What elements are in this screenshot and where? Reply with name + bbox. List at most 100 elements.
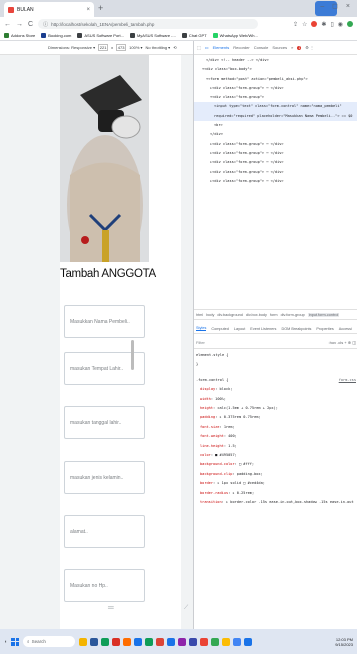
taskbar-app-icon[interactable] [134, 637, 143, 646]
dom-node-line[interactable]: ▾<div class="form-group"> [194, 93, 357, 102]
styles-sub-tab[interactable]: Computed [211, 327, 229, 331]
css-property-value[interactable]: 100%; [215, 397, 226, 401]
css-property-value[interactable]: ■ #495057; [215, 453, 237, 457]
css-declaration[interactable]: transition: ▸ border-color .15s ease-in-… [196, 498, 356, 507]
device-width-input[interactable]: 221 [98, 44, 109, 51]
start-windows-icon[interactable] [11, 637, 20, 646]
css-declaration[interactable]: background-color: □ #fff; [196, 460, 356, 469]
css-property-name[interactable]: background-color [196, 462, 235, 466]
extension-icon[interactable] [311, 21, 318, 27]
dom-node-line[interactable]: ▸<div class="form-group"> ⋯ </div> [194, 177, 357, 186]
css-declaration[interactable]: line-height: 1.5; [196, 442, 356, 451]
device-height-input[interactable]: 473 [116, 44, 127, 51]
css-property-value[interactable]: calc(1.5em + 0.75rem + 2px); [217, 406, 278, 410]
dom-node-line[interactable]: </div> [194, 130, 357, 139]
css-property-name[interactable]: transition [196, 500, 222, 504]
dom-node-line[interactable]: ▾<form method="post" action="pembeli_aks… [194, 75, 357, 84]
breadcrumb-item[interactable]: div.background [217, 313, 242, 317]
share-icon[interactable]: ⇪ [293, 21, 298, 28]
account-avatar[interactable] [347, 21, 353, 27]
dom-node-line[interactable]: ▸<div class="form-group"> ⋯ </div> [194, 158, 357, 167]
css-declaration[interactable]: border-radius: ▸ 0.25rem; [196, 489, 356, 498]
error-count-badge[interactable]: 1 [297, 45, 302, 50]
devtools-tab[interactable]: Sources [272, 45, 287, 50]
dom-node-line[interactable]: ▾<div class="box-body"> [194, 65, 357, 74]
breadcrumb-item[interactable]: input.form-control [307, 312, 340, 317]
css-declaration[interactable]: height: calc(1.5em + 0.75rem + 2px); [196, 404, 356, 413]
breadcrumb-item[interactable]: div.form-group [281, 313, 305, 317]
devtools-tab[interactable]: Elements [213, 45, 230, 50]
tab-close-icon[interactable]: × [86, 7, 90, 13]
css-property-value[interactable]: 400; [228, 434, 237, 438]
breadcrumb-item[interactable]: html [196, 313, 203, 317]
window-controls[interactable]: – ◻ × [320, 2, 353, 10]
css-declaration[interactable]: border: ▸ 1px solid □ #ced4da; [196, 479, 356, 488]
css-property-name[interactable]: border [196, 481, 213, 485]
taskbar-app-icon[interactable] [233, 637, 242, 646]
info-icon[interactable]: ⓘ [43, 21, 48, 28]
reload-icon[interactable]: C [28, 21, 33, 28]
dom-node-line[interactable]: ▸<div class="form-group"> ⋯ </div> [194, 168, 357, 177]
styles-sub-tab[interactable]: Event Listeners [250, 327, 276, 331]
profile-icon[interactable]: ◉ [338, 21, 343, 28]
taskbar-app-icon[interactable] [90, 637, 99, 646]
taskbar-app-icon[interactable] [222, 637, 231, 646]
styles-filter-actions[interactable]: :hov .cls + ⊕ ◫ [329, 340, 356, 345]
styles-sub-tab[interactable]: Properties [316, 327, 333, 331]
css-property-name[interactable]: background-clip [196, 472, 232, 476]
css-property-name[interactable]: font-weight [196, 434, 224, 438]
css-property-value[interactable]: ▸ 0.375rem 0.75rem; [219, 415, 260, 419]
side-panel-icon[interactable]: ▯ [330, 21, 333, 28]
styles-filter-input[interactable]: Filter [196, 340, 205, 345]
styles-sub-tab[interactable]: Accessi [339, 327, 352, 331]
css-property-value[interactable]: block; [219, 387, 232, 391]
taskbar-app-icon[interactable] [200, 637, 209, 646]
throttling-dropdown[interactable]: No throttling ▾ [146, 45, 171, 50]
back-arrow-icon[interactable]: ← [4, 21, 11, 28]
taskbar-app-icon[interactable] [156, 637, 165, 646]
inspect-icon[interactable]: ⬚ [197, 45, 201, 50]
taskbar-search[interactable]: ⌕ Search [23, 636, 76, 647]
taskbar-app-icon[interactable] [145, 637, 154, 646]
styles-sub-tab[interactable]: Layout [234, 327, 245, 331]
extensions-puzzle-icon[interactable]: ✱ [321, 21, 326, 28]
rule-selector[interactable]: .form-control { [196, 378, 228, 382]
dom-node-line[interactable]: ▸<div class="form-group"> ⋯ </div> [194, 149, 357, 158]
dimensions-dropdown[interactable]: Dimensions: Responsive ▾ [48, 45, 95, 50]
device-resize-handle[interactable]: ═ [108, 603, 114, 612]
rule-source-link[interactable]: form.css [339, 376, 356, 385]
name-input[interactable]: Masukkan Nama Pembeli.. [64, 305, 145, 338]
zoom-dropdown[interactable]: 100% ▾ [129, 45, 142, 50]
address-input[interactable]: alamat.. [64, 515, 145, 548]
styles-sub-tab[interactable]: DOM Breakpoints [281, 327, 311, 331]
taskbar-app-icon[interactable] [244, 637, 253, 646]
css-declaration[interactable]: font-size: 1rem; [196, 423, 356, 432]
css-property-value[interactable]: padding-box; [237, 472, 263, 476]
css-property-value[interactable]: 1rem; [224, 425, 235, 429]
viewport-scrollbar[interactable] [131, 340, 134, 370]
dom-node-line[interactable]: <br> [194, 121, 357, 130]
taskbar-app-icon[interactable] [178, 637, 187, 646]
dom-node-line[interactable]: </div> <!-- header --> </div> [194, 56, 357, 65]
taskbar-app-icon[interactable] [211, 637, 220, 646]
css-declaration[interactable]: width: 100%; [196, 395, 356, 404]
css-property-name[interactable]: color [196, 453, 211, 457]
system-tray[interactable]: 12:03 PM 9/15/2023 [335, 637, 353, 647]
bookmark-star-icon[interactable]: ☆ [302, 21, 307, 28]
css-property-name[interactable]: line-height [196, 444, 224, 448]
bookmark-item[interactable]: WhatsApp Web/Wh... [212, 33, 258, 38]
rotate-icon[interactable]: ⟲ [173, 45, 176, 50]
device-toggle-icon[interactable]: ▭ [205, 45, 209, 50]
new-tab-button[interactable]: + [98, 3, 103, 13]
address-bar[interactable]: ⓘ http://localhost/sekolah_1ENA/pembeli_… [38, 19, 259, 29]
dom-node-line[interactable]: ▸<div class="form-group"> ⋯ </div> [194, 84, 357, 93]
bookmark-item[interactable]: Addons Store [4, 33, 35, 38]
styles-sub-tab[interactable]: Styles [196, 326, 207, 331]
browser-tab[interactable]: BULAN × [4, 2, 94, 17]
devtools-tab[interactable]: Recorder [233, 45, 249, 50]
css-property-name[interactable]: border-radius [196, 491, 228, 495]
taskbar-app-icon[interactable] [123, 637, 132, 646]
breadcrumb-item[interactable]: div.box.body [246, 313, 267, 317]
bookmark-item[interactable]: Booking.com [41, 33, 71, 38]
taskbar-app-icon[interactable] [189, 637, 198, 646]
